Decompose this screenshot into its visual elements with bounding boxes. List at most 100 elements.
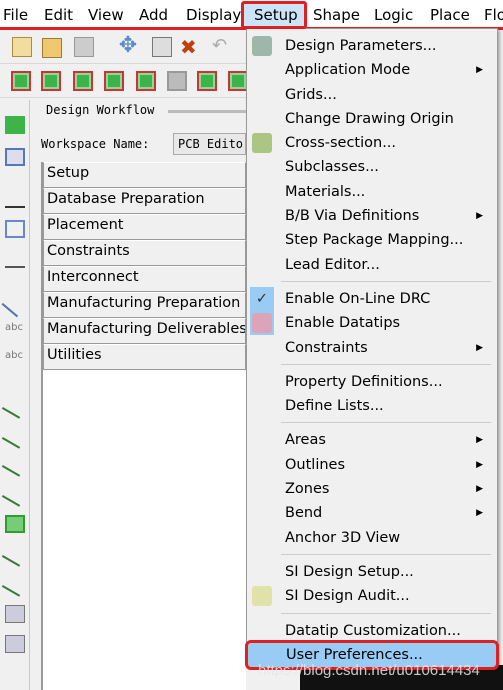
place-manual-icon[interactable] (5, 116, 25, 134)
menu-separator (247, 609, 497, 619)
menu-shape[interactable]: Shape (313, 6, 360, 24)
open-folder-icon[interactable] (42, 38, 62, 58)
menu-item-areas[interactable]: Areas ▶ (247, 428, 497, 452)
submenu-arrow-icon: ▶ (476, 508, 483, 519)
checkmark-icon: ✓ (250, 286, 274, 311)
menu-separator (247, 277, 497, 287)
menu-item-label: User Preferences... (286, 646, 423, 663)
route-tool-icon-2[interactable] (1, 423, 29, 449)
menu-item-label: Bend (285, 505, 323, 522)
connect-icon[interactable] (104, 71, 124, 91)
workflow-section-manufacturing-preparation[interactable]: Manufacturing Preparation (43, 292, 246, 318)
submenu-arrow-icon: ▶ (476, 435, 483, 446)
menu-flo[interactable]: Flo (484, 6, 503, 24)
menu-item-property-definitions[interactable]: Property Definitions... (247, 370, 497, 394)
bounding-box-icon[interactable] (5, 220, 25, 238)
menu-item-datatip-customization[interactable]: Datatip Customization... (247, 619, 497, 643)
menu-display[interactable]: Display (186, 6, 241, 24)
copy-icon[interactable] (152, 37, 172, 57)
shape-icon[interactable] (228, 71, 248, 91)
route-tool-icon-1[interactable] (1, 393, 29, 419)
slide-icon[interactable] (136, 71, 156, 91)
workflow-section-constraints[interactable]: Constraints (43, 240, 246, 266)
menu-item-application-mode[interactable]: Application Mode ▶ (247, 58, 497, 82)
menu-edit[interactable]: Edit (44, 6, 73, 24)
setup-dropdown-menu: Design Parameters... Application Mode ▶ Gri… (245, 28, 499, 671)
delete-route-icon[interactable] (1, 451, 29, 477)
menu-item-si-design-setup[interactable]: SI Design Setup... (247, 560, 497, 584)
workflow-sections: Setup Database Preparation Placement Constr… (41, 162, 246, 690)
datatips-icon (252, 313, 272, 334)
add-line-icon[interactable] (1, 290, 29, 318)
menu-item-materials[interactable]: Materials... (247, 180, 497, 204)
route-edit-icon[interactable] (1, 481, 29, 507)
route-tool-icon-3[interactable] (1, 541, 29, 567)
menu-item-enable-on-line-drc[interactable]: ✓ Enable On-Line DRC (247, 286, 497, 311)
menu-item-label: Property Definitions... (285, 373, 443, 390)
delete-icon[interactable]: ✖ (180, 35, 200, 59)
menu-view[interactable]: View (88, 6, 124, 24)
menu-item-lead-editor[interactable]: Lead Editor... (247, 253, 497, 277)
save-icon[interactable] (74, 37, 94, 57)
route-icon[interactable] (73, 71, 93, 91)
menu-item-grids[interactable]: Grids... (247, 83, 497, 107)
menu-separator (247, 360, 497, 370)
main-toolbar: ✥ ✖ ↶ (0, 32, 246, 64)
workflow-title-rule (168, 110, 246, 113)
menu-add[interactable]: Add (139, 6, 168, 24)
menu-item-label: Materials... (285, 183, 366, 200)
submenu-arrow-icon: ▶ (476, 459, 483, 470)
workflow-section-placement[interactable]: Placement (43, 214, 246, 240)
menu-item-si-design-audit[interactable]: SI Design Audit... (247, 584, 497, 608)
menu-item-outlines[interactable]: Outlines ▶ (247, 453, 497, 477)
workflow-section-utilities[interactable]: Utilities (43, 344, 246, 370)
workspace-name-select[interactable]: PCB Editor (173, 133, 246, 155)
menu-item-constraints[interactable]: Constraints ▶ (247, 336, 497, 360)
spread-icon[interactable] (5, 515, 25, 533)
menu-item-change-drawing-origin[interactable]: Change Drawing Origin (247, 107, 497, 131)
menu-place[interactable]: Place (430, 6, 470, 24)
swap-icon[interactable] (5, 250, 25, 268)
menu-item-label: Step Package Mapping... (285, 232, 464, 249)
placement-icon[interactable] (11, 71, 31, 91)
design-toolbar (0, 66, 248, 98)
workspace-name-label: Workspace Name: (41, 137, 150, 151)
menu-item-subclasses[interactable]: Subclasses... (247, 155, 497, 179)
workflow-section-interconnect[interactable]: Interconnect (43, 266, 246, 292)
submenu-arrow-icon: ▶ (476, 484, 483, 495)
submenu-arrow-icon: ▶ (476, 65, 483, 76)
component-icon[interactable] (5, 148, 25, 166)
fanout-icon[interactable] (5, 605, 25, 623)
workflow-section-database-preparation[interactable]: Database Preparation (43, 188, 246, 214)
diff-pair-icon[interactable] (197, 71, 217, 91)
menu-item-cross-section[interactable]: Cross-section... (247, 131, 497, 155)
add-text-icon[interactable]: abc (5, 322, 25, 340)
add-connect-icon[interactable] (5, 190, 25, 208)
menu-setup[interactable]: Setup (254, 6, 298, 24)
workflow-section-setup[interactable]: Setup (43, 162, 246, 188)
undo-icon[interactable]: ↶ (212, 35, 232, 56)
move-icon[interactable]: ✥ (118, 35, 138, 57)
menu-item-enable-datatips[interactable]: Enable Datatips (247, 311, 497, 336)
menu-item-define-lists[interactable]: Define Lists... (247, 394, 497, 418)
edit-text-icon[interactable]: abc (5, 350, 25, 368)
menu-logic[interactable]: Logic (374, 6, 413, 24)
submenu-arrow-icon: ▶ (476, 342, 483, 353)
menu-item-design-parameters[interactable]: Design Parameters... (247, 34, 497, 58)
menu-item-step-package-mapping[interactable]: Step Package Mapping... (247, 228, 497, 252)
workflow-section-manufacturing-deliverables[interactable]: Manufacturing Deliverables (43, 318, 246, 344)
menu-file[interactable]: File (3, 6, 28, 24)
fanout-icon-2[interactable] (5, 635, 25, 653)
menu-item-anchor-3d-view[interactable]: Anchor 3D View (247, 526, 497, 550)
menu-item-bend[interactable]: Bend ▶ (247, 501, 497, 525)
menu-item-zones[interactable]: Zones ▶ (247, 477, 497, 501)
disabled-tool-icon[interactable] (167, 71, 187, 91)
workflow-title: Design Workflow (46, 103, 155, 117)
menu-item-label: Constraints (285, 339, 368, 356)
menu-item-label: Enable Datatips (285, 315, 401, 332)
route-tool-icon-4[interactable] (1, 571, 29, 597)
menu-item-b-b-via-definitions[interactable]: B/B Via Definitions ▶ (247, 204, 497, 228)
cross-section-icon (252, 133, 272, 154)
place-component-icon[interactable] (41, 71, 61, 91)
new-file-icon[interactable] (12, 37, 32, 57)
